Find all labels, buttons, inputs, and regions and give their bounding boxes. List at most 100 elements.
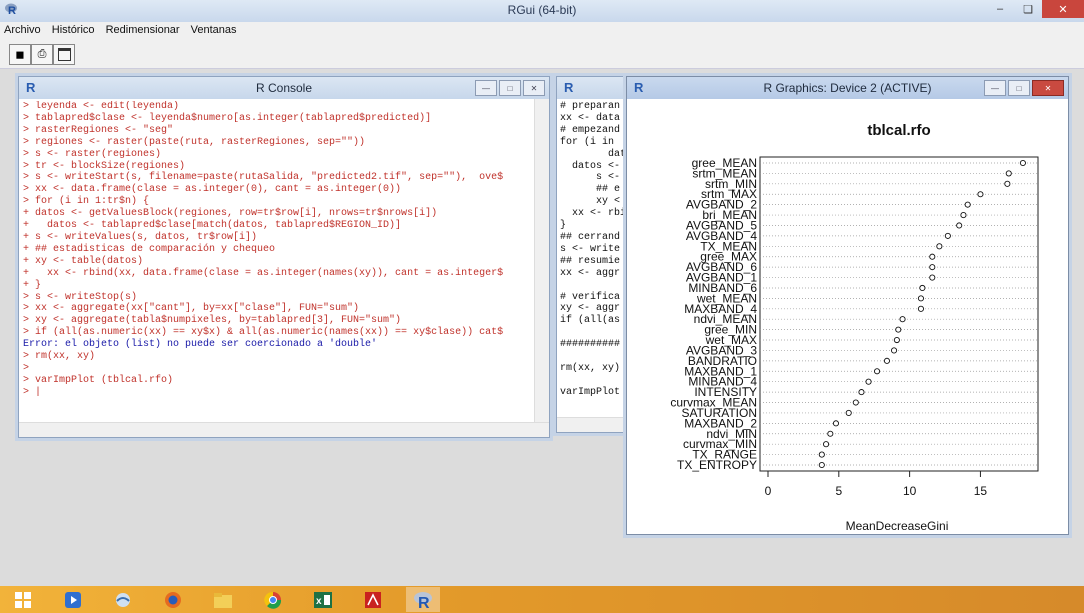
data-point: [899, 316, 906, 323]
console-line: + xx <- rbind(xx, data.frame(clase = as.…: [23, 267, 504, 279]
console-line: > s <- raster(regiones): [23, 148, 162, 160]
y-tick-label: TX_ENTROPY: [677, 458, 757, 472]
rgui-titlebar: R RGui (64-bit) – ❏ ✕: [0, 0, 1084, 23]
console-line: > if (all(as.numeric(xx) == xy$x) & all(…: [23, 327, 504, 339]
console-maximize-button[interactable]: □: [499, 80, 521, 96]
data-point: [1019, 159, 1026, 167]
data-point: [852, 399, 859, 406]
console-line: > xx <- aggregate(xx["cant"], by=xx["cla…: [23, 303, 360, 315]
graphics-close-button[interactable]: ✕: [1032, 80, 1064, 96]
x-tick-label: 5: [835, 484, 842, 498]
graphics-maximize-button[interactable]: □: [1008, 80, 1030, 96]
console-line: >: [23, 362, 30, 374]
console-line: > tr <- blockSize(regiones): [23, 160, 186, 172]
menu-ventanas[interactable]: Ventanas: [187, 22, 241, 38]
menu-historico[interactable]: Histórico: [48, 22, 99, 38]
data-point: [845, 409, 852, 416]
data-point: [929, 253, 936, 260]
data-point: [1004, 180, 1011, 187]
r-graphics-window: R R Graphics: Device 2 (ACTIVE) — □ ✕ tb…: [626, 76, 1069, 535]
console-line: + datos <- getValuesBlock(regiones, row=…: [23, 208, 438, 220]
var-importance-plot: tblcal.rfogree_MEANsrtm_MEANsrtm_MINsrtm…: [670, 122, 1039, 532]
console-minimize-button[interactable]: —: [475, 80, 497, 96]
x-tick-label: 0: [765, 484, 772, 498]
camera-icon: ◼: [15, 49, 25, 61]
data-point: [977, 191, 984, 198]
excel-icon[interactable]: x: [306, 587, 340, 612]
console-titlebar: R R Console — □ ✕: [19, 77, 549, 99]
console-vertical-scrollbar[interactable]: [534, 99, 549, 423]
taskbar: x R: [0, 586, 1084, 613]
data-point: [936, 243, 943, 250]
svg-text:R: R: [418, 595, 430, 610]
data-point: [944, 232, 951, 239]
console-line: Error: el objeto (list) no puede ser coe…: [23, 339, 378, 351]
x-axis-label: MeanDecreaseGini: [846, 519, 949, 532]
minimize-button[interactable]: –: [986, 0, 1014, 18]
console-output[interactable]: > leyenda <- edit(leyenda) > tablapred$cl…: [23, 101, 533, 421]
window-title: RGui (64-bit): [507, 3, 577, 17]
console-line: + xy <- table(datos): [23, 255, 144, 267]
plot-frame: [759, 156, 1039, 472]
sea-app-icon[interactable]: [106, 587, 140, 612]
windows-start-icon[interactable]: [6, 587, 40, 612]
data-point: [960, 212, 967, 219]
console-line: + datos <- tablapred$clase[match(datos, …: [23, 220, 402, 232]
menu-archivo[interactable]: Archivo: [0, 22, 45, 38]
data-point: [883, 357, 891, 364]
print-button[interactable]: ⎙: [31, 44, 53, 65]
data-point: [917, 305, 925, 312]
graphics-titlebar: R R Graphics: Device 2 (ACTIVE) — □ ✕: [627, 77, 1068, 99]
data-point: [956, 222, 963, 229]
console-line: + ## estadisticas de comparación y chequ…: [23, 243, 276, 255]
media-player-icon[interactable]: [56, 587, 90, 612]
data-point: [964, 201, 971, 208]
window-icon: [57, 48, 71, 61]
data-point: [818, 461, 825, 469]
console-horizontal-scrollbar[interactable]: [19, 422, 549, 437]
svg-text:R: R: [564, 80, 574, 94]
acrobat-icon[interactable]: [356, 587, 390, 612]
data-point: [818, 451, 825, 458]
maximize-button[interactable]: ❏: [1014, 0, 1042, 18]
data-point: [890, 347, 898, 354]
console-title: R Console: [255, 81, 313, 95]
data-point: [1005, 170, 1012, 177]
x-tick-label: 15: [974, 484, 988, 498]
console-line: > leyenda <- edit(leyenda): [23, 101, 180, 112]
data-point: [858, 389, 865, 396]
console-line: > regiones <- raster(paste(ruta, rasterR…: [23, 136, 366, 148]
data-point: [827, 430, 834, 437]
r-console-window: R R Console — □ ✕ > leyenda <- edit(leye…: [18, 76, 550, 438]
data-point: [873, 368, 881, 375]
chrome-icon[interactable]: [256, 587, 290, 612]
console-line: > rasterRegiones <- "seg": [23, 124, 174, 136]
window-button[interactable]: [53, 44, 75, 65]
data-point: [832, 420, 840, 427]
close-button[interactable]: ✕: [1042, 0, 1084, 18]
r-logo-icon: R: [564, 80, 574, 94]
svg-text:x: x: [316, 596, 322, 607]
console-line: > xx <- data.frame(clase = as.integer(0)…: [23, 184, 402, 196]
graphics-minimize-button[interactable]: —: [984, 80, 1006, 96]
firefox-icon[interactable]: [156, 587, 190, 612]
menubar: Archivo Histórico Redimensionar Ventanas: [0, 22, 1084, 40]
console-line: > xy <- aggregate(tabla$numpixeles, by=t…: [23, 315, 402, 327]
menu-redimensionar[interactable]: Redimensionar: [102, 22, 184, 38]
toolbar: ◼ ⎙: [0, 40, 1084, 69]
console-line: + s <- writeValues(s, datos, tr$row[i]): [23, 231, 258, 243]
r-app-icon[interactable]: R: [406, 587, 440, 612]
x-tick-label: 10: [903, 484, 917, 498]
file-explorer-icon[interactable]: [206, 587, 240, 612]
printer-icon: ⎙: [37, 48, 47, 60]
console-line: > tablapred$clase <- leyenda$numero[as.i…: [23, 112, 432, 124]
console-line: > varImpPlot (tblcal.rfo): [23, 374, 174, 386]
console-close-button[interactable]: ✕: [523, 80, 545, 96]
copy-bitmap-button[interactable]: ◼: [9, 44, 31, 65]
data-point: [823, 441, 830, 448]
plot-title: tblcal.rfo: [867, 122, 930, 139]
console-line: + }: [23, 279, 42, 291]
console-line: > s <- writeStart(s, filename=paste(ruta…: [23, 172, 504, 184]
data-point: [895, 326, 902, 333]
console-line: > s <- writeStop(s): [23, 291, 138, 303]
